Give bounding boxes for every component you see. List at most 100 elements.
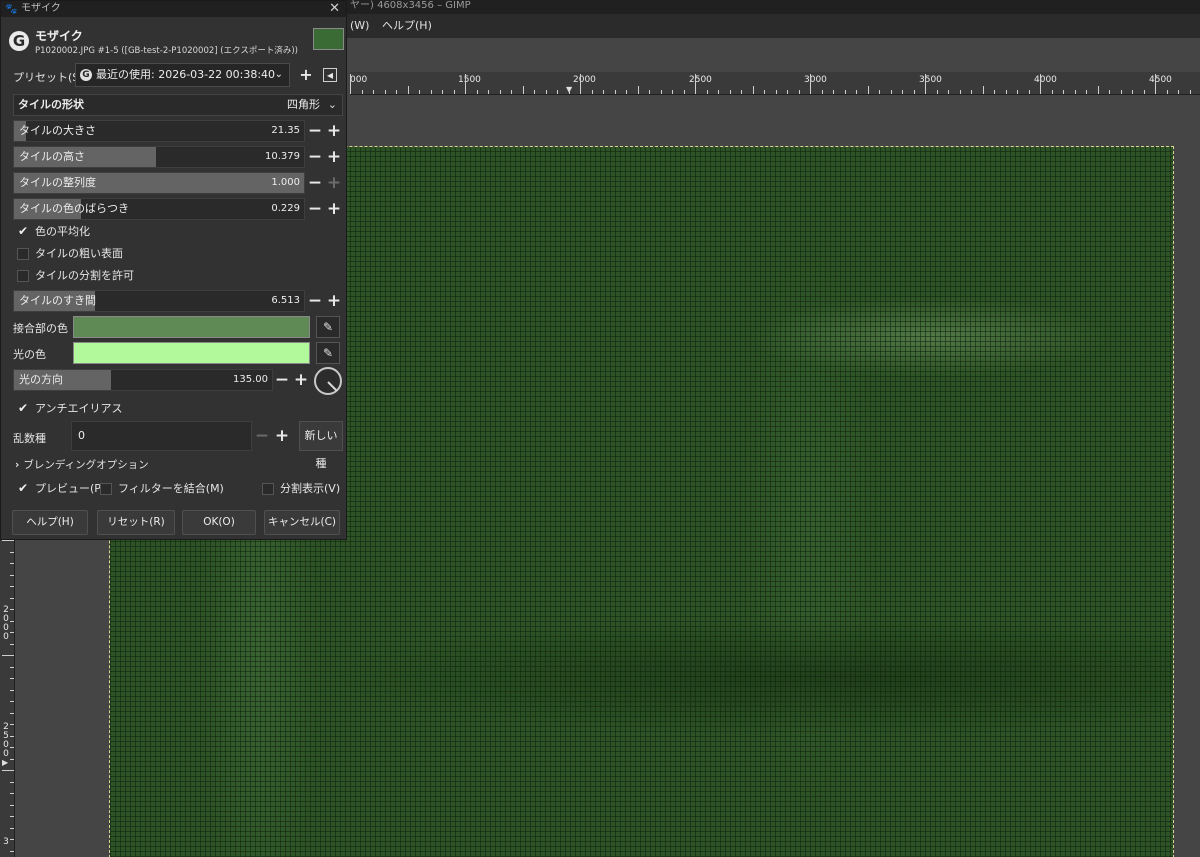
ok-button[interactable]: OK(O) [182, 510, 256, 535]
preset-menu-icon[interactable]: ◂ [323, 68, 337, 82]
ruler-tick [982, 86, 984, 94]
decrement-icon[interactable]: − [253, 425, 271, 447]
ruler-tick [10, 747, 14, 748]
ruler-tick [948, 90, 949, 94]
light-direction-slider[interactable]: 光の方向 135.00 − + [13, 369, 313, 391]
check-icon: ✔ [17, 401, 29, 415]
menu-windows[interactable]: (W) [350, 14, 369, 38]
ruler-tick [10, 793, 14, 794]
vertical-ruler[interactable]: 2000 2500 3 ▶ [0, 540, 15, 857]
decrement-icon[interactable]: − [306, 172, 324, 194]
ruler-tick [1051, 90, 1053, 94]
slider-label: タイルの大きさ [19, 124, 96, 137]
check-icon: ✔ [17, 224, 29, 238]
ruler-tick [10, 666, 14, 668]
slider-value: 21.35 [271, 125, 300, 136]
increment-icon[interactable]: + [325, 198, 343, 220]
ruler-tick [373, 90, 374, 94]
slider-track[interactable]: タイルの色のばらつき 0.229 [13, 198, 305, 220]
reset-button[interactable]: リセット(R) [97, 510, 175, 535]
color-picker-icon[interactable]: ✎ [316, 316, 340, 338]
slider-value: 10.379 [265, 151, 300, 162]
ruler-tick [879, 90, 880, 94]
ruler-label: 1500 [458, 75, 481, 85]
tile-spacing-slider[interactable]: タイルのすき間 6.513 − + [13, 290, 343, 312]
slider-label: タイルの整列度 [19, 176, 96, 189]
ruler-tick [821, 90, 823, 94]
angle-dial[interactable] [314, 367, 342, 395]
ruler-label: 2000 [3, 605, 9, 642]
ruler-label: 000 [350, 75, 368, 85]
increment-icon[interactable]: + [325, 146, 343, 168]
ruler-tick [867, 86, 869, 94]
joint-color-swatch[interactable] [73, 316, 310, 338]
ruler-tick [925, 74, 926, 94]
increment-icon[interactable]: + [325, 172, 343, 194]
ruler-tick [10, 586, 14, 587]
slider-track[interactable]: タイルのすき間 6.513 [13, 290, 305, 312]
ruler-tick [442, 90, 443, 94]
close-icon[interactable]: ✕ [329, 1, 340, 16]
blending-options-expander[interactable]: › ブレンディングオプション [15, 457, 149, 473]
slider-track[interactable]: タイルの大きさ 21.35 [13, 120, 305, 142]
ruler-tick [361, 90, 363, 94]
seed-input[interactable]: 0 [71, 421, 252, 451]
add-preset-icon[interactable]: + [297, 66, 315, 84]
ruler-tick [614, 90, 616, 94]
color-picker-icon[interactable]: ✎ [316, 342, 340, 364]
ruler-tick [10, 643, 14, 645]
ruler-label: 2000 [573, 75, 596, 85]
increment-icon[interactable]: + [325, 120, 343, 142]
dialog-titlebar[interactable]: 🐾 モザイク ✕ [1, 1, 346, 17]
new-seed-button[interactable]: 新しい種 [299, 421, 343, 470]
ruler-tick [1166, 90, 1168, 94]
ruler-tick [557, 90, 558, 94]
increment-icon[interactable]: + [325, 290, 343, 312]
ruler-tick [1178, 90, 1179, 94]
ruler-tick [603, 90, 604, 94]
ruler-tick [683, 90, 685, 94]
ruler-tick [10, 609, 14, 610]
ruler-tick [350, 74, 351, 94]
tile-size-slider[interactable]: タイルの大きさ 21.35 − + [13, 120, 343, 142]
ruler-tick [10, 850, 14, 852]
tile-height-slider[interactable]: タイルの高さ 10.379 − + [13, 146, 343, 168]
ruler-tick [396, 90, 397, 94]
main-window-title: ヤー) 4608x3456 – GIMP [350, 0, 471, 11]
increment-icon[interactable]: + [292, 369, 310, 391]
tile-color-variation-slider[interactable]: タイルの色のばらつき 0.229 − + [13, 198, 343, 220]
ruler-tick [10, 574, 14, 576]
ruler-label: 4000 [1034, 75, 1057, 85]
decrement-icon[interactable]: − [306, 120, 324, 142]
menu-help[interactable]: ヘルプ(H) [382, 14, 432, 38]
dialog-window-title: モザイク [21, 3, 61, 14]
ruler-tick [488, 90, 489, 94]
help-button[interactable]: ヘルプ(H) [12, 510, 88, 535]
ruler-tick [844, 90, 846, 94]
ruler-tick [902, 90, 903, 94]
dial-needle [327, 381, 338, 392]
tile-shape-value: 四角形 [287, 98, 320, 111]
ruler-tick [1120, 90, 1122, 94]
increment-icon[interactable]: + [273, 425, 291, 447]
slider-track[interactable]: タイルの整列度 1.000 [13, 172, 305, 194]
slider-track[interactable]: 光の方向 135.00 [13, 369, 273, 391]
image-subtitle: P1020002.JPG #1-5 ([GB-test-2-P1020002] … [35, 46, 298, 56]
preset-dropdown[interactable]: G 最近の使用: 2026-03-22 00:38:40 ⌄ [75, 63, 290, 87]
decrement-icon[interactable]: − [306, 146, 324, 168]
slider-track[interactable]: タイルの高さ 10.379 [13, 146, 305, 168]
ruler-tick [10, 551, 14, 553]
light-color-swatch[interactable] [73, 342, 310, 364]
checkbox-label: プレビュー(P) [35, 482, 106, 495]
checkbox-label: タイルの分割を許可 [35, 269, 134, 282]
slider-label: タイルの色のばらつき [19, 202, 129, 215]
decrement-icon[interactable]: − [273, 369, 291, 391]
decrement-icon[interactable]: − [306, 198, 324, 220]
cancel-button[interactable]: キャンセル(C) [264, 510, 340, 535]
tile-shape-dropdown[interactable]: タイルの形状 四角形 ⌄ [13, 94, 343, 116]
tile-neatness-slider[interactable]: タイルの整列度 1.000 − + [13, 172, 343, 194]
ruler-tick [407, 86, 409, 94]
decrement-icon[interactable]: − [306, 290, 324, 312]
horizontal-ruler[interactable]: 000 1500 2000 2500 3000 3500 4000 4500 ▼ [350, 72, 1200, 95]
ruler-tick [706, 90, 708, 94]
